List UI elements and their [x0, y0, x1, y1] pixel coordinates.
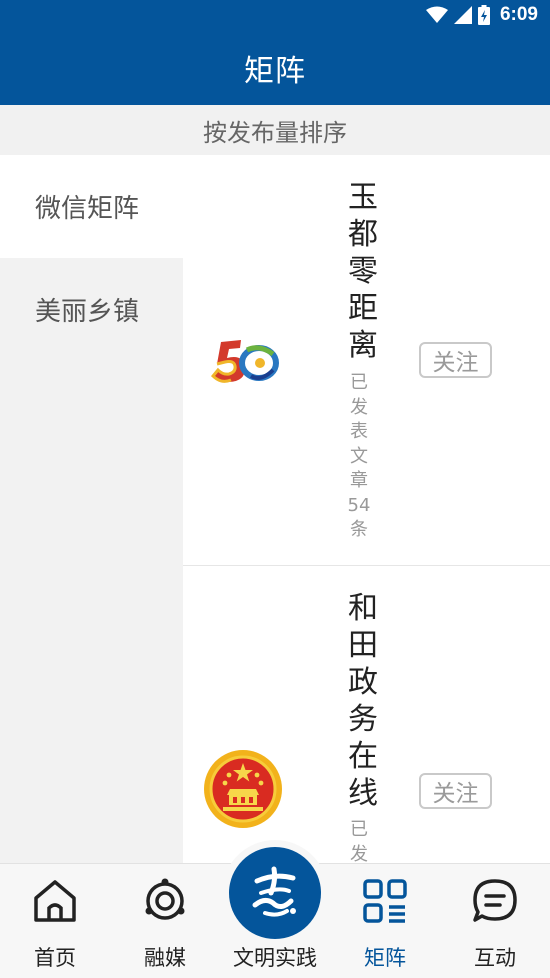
header: 矩阵 [0, 30, 550, 105]
tab-label: 文明实践 [233, 946, 317, 970]
page-title: 矩阵 [244, 53, 306, 89]
matrix-icon [363, 879, 407, 923]
civilization-practice-icon [252, 866, 296, 917]
list-item[interactable]: 和田政务在线 已发 关注 [183, 566, 550, 863]
tab-interaction[interactable]: 互动 [440, 864, 550, 978]
tab-label: 矩阵 [364, 946, 406, 970]
tab-label: 首页 [34, 946, 76, 970]
wifi-icon [425, 6, 448, 23]
tab-label: 互动 [474, 946, 516, 970]
status-bar: 6:09 [0, 0, 550, 30]
sort-bar[interactable]: 按发布量排序 [0, 105, 550, 155]
chat-icon [473, 879, 517, 922]
anniversary-50-logo [210, 340, 279, 383]
status-time: 6:09 [499, 4, 538, 25]
national-emblem-logo [204, 750, 282, 828]
sidebar-item-label: 美丽乡镇 [35, 297, 140, 327]
home-icon [34, 880, 76, 922]
signal-icon [453, 6, 472, 24]
article-count: 已发 [350, 819, 368, 863]
sidebar-item-beautiful-towns[interactable]: 美丽乡镇 [0, 258, 183, 361]
media-icon [145, 878, 185, 920]
follow-button[interactable]: 关注 [419, 773, 492, 809]
sidebar-item-wechat-matrix[interactable]: 微信矩阵 [0, 155, 183, 258]
follow-button[interactable]: 关注 [419, 342, 492, 378]
article-count: 已发表文章54条 [347, 372, 371, 540]
account-list: 玉都零距离 已发表文章54条 关注 和田政务在线 已发 关注 [183, 155, 550, 863]
tab-home[interactable]: 首页 [0, 864, 110, 978]
sidebar-item-label: 微信矩阵 [35, 194, 140, 224]
account-name: 玉都零距离 [348, 180, 378, 363]
sidebar: 微信矩阵 美丽乡镇 [0, 155, 183, 863]
status-icons: 6:09 [425, 4, 538, 26]
tab-media[interactable]: 融媒 [110, 864, 220, 978]
account-name: 和田政务在线 [348, 591, 378, 811]
list-item[interactable]: 玉都零距离 已发表文章54条 关注 [183, 155, 550, 566]
tab-matrix[interactable]: 矩阵 [330, 864, 440, 978]
tab-label: 融媒 [144, 946, 186, 970]
civilization-practice-button[interactable] [229, 847, 321, 939]
battery-icon [477, 5, 490, 25]
sort-label[interactable]: 按发布量排序 [203, 113, 347, 148]
